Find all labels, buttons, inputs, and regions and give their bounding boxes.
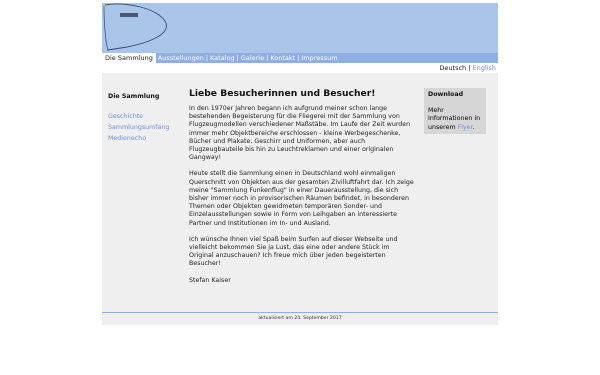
- page-title: Liebe Besucherinnen und Besucher!: [189, 88, 376, 99]
- language-current: Deutsch: [439, 64, 467, 72]
- sidebar: Die Sammlung Geschichte Sammlungsumfang …: [108, 93, 178, 144]
- language-switcher: Deutsch | English: [102, 63, 498, 73]
- download-text: Mehr Informationen in unserem Flyer.: [428, 107, 482, 132]
- nav-item-die-sammlung[interactable]: Die Sammlung: [102, 53, 156, 63]
- download-box: Download Mehr Informationen in unserem F…: [424, 88, 486, 134]
- nav-item-ausstellungen[interactable]: Ausstellungen: [156, 53, 206, 63]
- sidebar-item-sammlungsumfang[interactable]: Sammlungsumfang: [108, 122, 178, 133]
- sammlung-funkenflug-logo[interactable]: [102, 3, 172, 53]
- footer: aktualisiert am 24. September 2017: [102, 312, 498, 325]
- flyer-link[interactable]: Flyer: [458, 124, 473, 131]
- sidebar-item-geschichte[interactable]: Geschichte: [108, 111, 178, 122]
- main-content: Liebe Besucherinnen und Besucher! In den…: [189, 88, 414, 293]
- signature: Stefan Kaiser: [189, 276, 231, 284]
- download-text-after: .: [472, 123, 475, 131]
- content-paragraph: Heute stellt die Sammlung einen in Deuts…: [189, 170, 414, 227]
- header-banner: [102, 3, 498, 53]
- nav-item-kontakt[interactable]: Kontakt: [268, 53, 297, 63]
- sidebar-item-medienecho[interactable]: Medienecho: [108, 133, 178, 144]
- nav-item-katalog[interactable]: Katalog: [208, 53, 237, 63]
- main-area: Die Sammlung Geschichte Sammlungsumfang …: [102, 73, 498, 312]
- language-link-english[interactable]: English: [473, 64, 496, 72]
- content-paragraph: Ich wünsche Ihnen viel Spaß beim Surfen …: [189, 235, 398, 268]
- main-nav: Die Sammlung Ausstellungen | Katalog | G…: [102, 53, 498, 63]
- nav-item-galerie[interactable]: Galerie: [239, 53, 266, 63]
- footer-updated-text: aktualisiert am 24. September 2017: [258, 316, 342, 321]
- download-title: Download: [428, 91, 464, 98]
- nav-item-impressum[interactable]: Impressum: [299, 53, 339, 63]
- content-paragraph: In den 1970er Jahren begann ich aufgrund…: [189, 105, 411, 162]
- page: Die Sammlung Ausstellungen | Katalog | G…: [102, 3, 498, 325]
- sidebar-heading: Die Sammlung: [108, 93, 160, 100]
